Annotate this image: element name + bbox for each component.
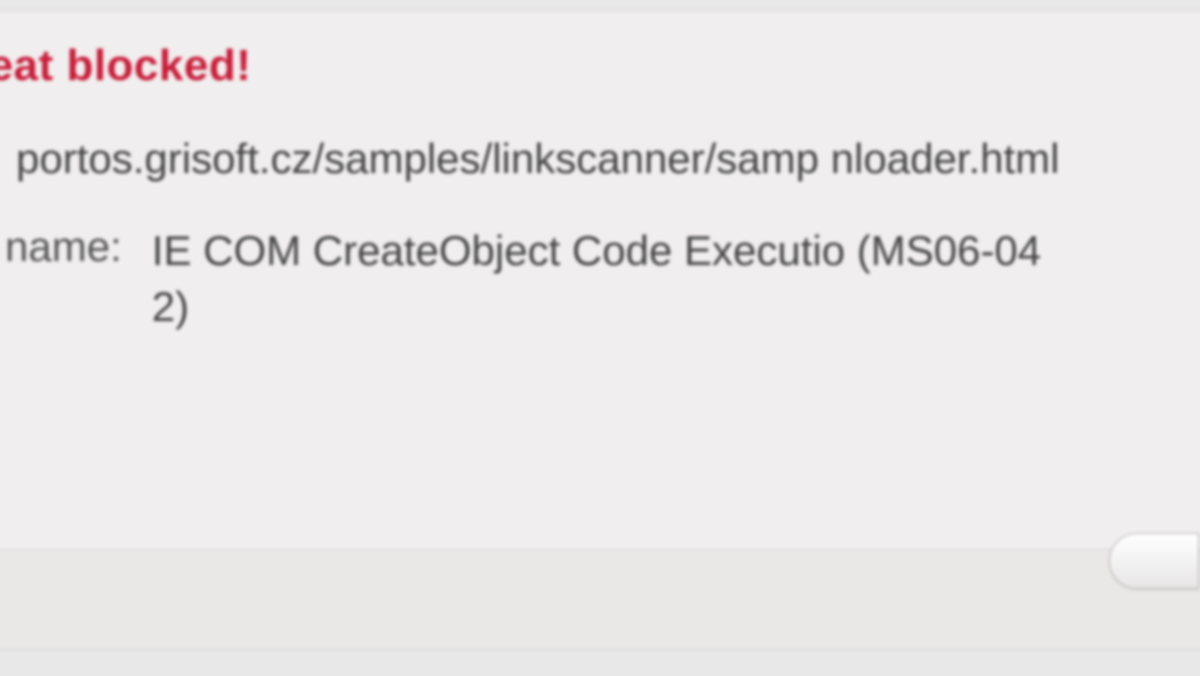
alert-title: reat blocked! <box>0 41 1169 91</box>
url-value: portos.grisoft.cz/samples/linkscanner/sa… <box>16 131 1059 188</box>
dialog-footer <box>0 549 1200 649</box>
threat-name-value: IE COM CreateObject Code Executio (MS06-… <box>152 223 1052 336</box>
dialog-action-button[interactable] <box>1109 533 1199 589</box>
url-row: L: portos.grisoft.cz/samples/linkscanner… <box>0 131 1169 188</box>
threat-name-row: reat name: IE COM CreateObject Code Exec… <box>0 223 1169 336</box>
threat-name-label: reat name: <box>0 223 122 271</box>
threat-alert-dialog: reat blocked! L: portos.grisoft.cz/sampl… <box>0 10 1200 650</box>
